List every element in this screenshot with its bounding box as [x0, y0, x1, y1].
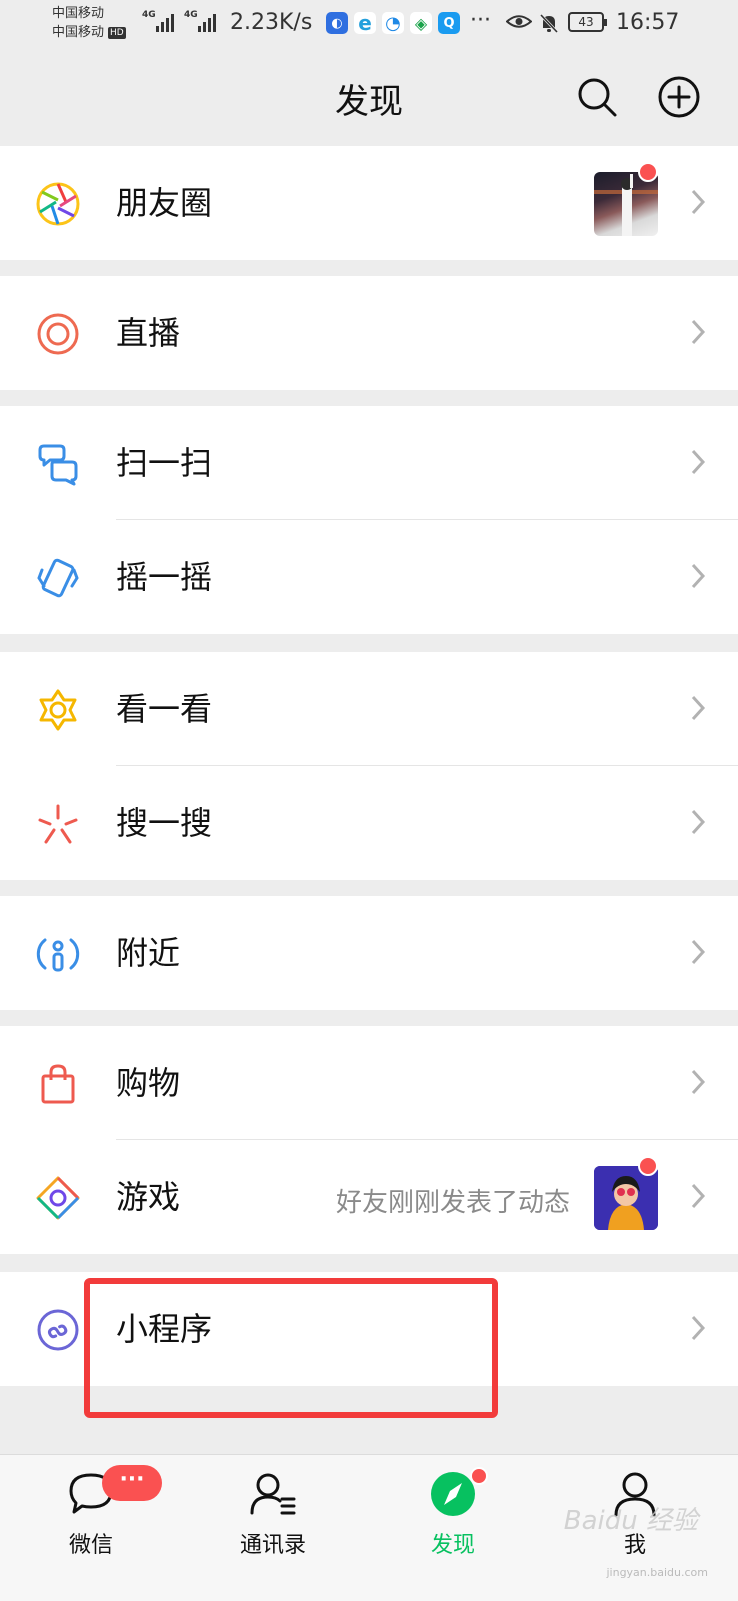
discover-red-dot [470, 1467, 488, 1485]
battery-icon: 43 [568, 12, 607, 32]
top-stories-star-icon [39, 689, 77, 731]
signal-icon: 4G [142, 10, 176, 32]
eye-icon [506, 15, 532, 28]
group-nearby: 附近 [0, 896, 738, 1010]
carrier-1: 中国移动 [52, 6, 105, 21]
chevron-right-icon [691, 1315, 706, 1341]
new-post-dot [638, 162, 658, 182]
item-label: 搜一搜 [116, 804, 213, 842]
games-hint-text: 好友刚刚发表了动态 [335, 1188, 570, 1218]
carrier-info: 中国移动 中国移动 HD [52, 4, 126, 42]
list-item-topstories[interactable]: 看一看 [0, 652, 738, 766]
search-app-icon: Q [438, 12, 460, 34]
tab-contacts[interactable]: 通讯录 [198, 1455, 348, 1601]
shopping-bag-icon [41, 1064, 75, 1104]
item-label: 摇一摇 [116, 558, 213, 596]
watermark-url: jingyan.baidu.com [606, 1566, 708, 1579]
list-item-games[interactable]: 游戏 好友刚刚发表了动态 [0, 1140, 738, 1254]
carrier-2-row: 中国移动 HD [52, 23, 126, 42]
notification-icons: ◐ e ◔ ◈ Q [326, 11, 460, 35]
group-moments: 朋友圈 [0, 146, 738, 260]
item-label: 附近 [116, 934, 181, 972]
list-item-live[interactable]: 直播 [0, 276, 738, 390]
list-item-nearby[interactable]: 附近 [0, 896, 738, 1010]
tab-chats[interactable]: ··· 微信 [16, 1455, 166, 1601]
circle-app-icon: ◔ [382, 12, 404, 34]
group-topstories-search: 看一看 搜一搜 [0, 652, 738, 880]
item-label: 朋友圈 [116, 184, 213, 222]
chevron-right-icon [691, 189, 706, 215]
list-item-scan[interactable]: 扫一扫 [0, 406, 738, 520]
live-icon [37, 313, 79, 355]
item-label: 直播 [116, 314, 181, 352]
chevron-right-icon [691, 449, 706, 475]
item-label: 游戏 [116, 1178, 181, 1216]
new-activity-dot [638, 1156, 658, 1176]
search-icon[interactable] [576, 76, 618, 118]
games-diamond-icon [36, 1176, 80, 1220]
network-speed: 2.23K/s [230, 10, 313, 35]
network-type: 4G [142, 10, 156, 20]
mobile-app-icon: ◈ [410, 12, 432, 34]
more-notifications-icon: ··· [470, 8, 491, 33]
list-item-shopping[interactable]: 购物 [0, 1026, 738, 1140]
item-label: 扫一扫 [116, 444, 213, 482]
moments-aperture-icon [36, 182, 80, 226]
list-item-moments[interactable]: 朋友圈 [0, 146, 738, 260]
hd-badge: HD [108, 26, 126, 39]
item-label: 购物 [116, 1064, 181, 1102]
tab-label: 发现 [430, 1533, 475, 1558]
status-bar: 中国移动 中国移动 HD 4G 4G 2.23K/s ◐ e ◔ ◈ Q ··· [0, 0, 738, 48]
search-spark-icon [38, 804, 78, 844]
nav-header: 发现 [0, 48, 738, 146]
signal-icons: 4G 4G [142, 10, 218, 32]
nearby-person-icon [36, 938, 80, 972]
add-icon[interactable] [658, 76, 700, 118]
tab-label: 通讯录 [239, 1533, 306, 1558]
chevron-right-icon [691, 695, 706, 721]
tab-label: 微信 [68, 1533, 113, 1558]
list-item-search[interactable]: 搜一搜 [0, 766, 738, 880]
chevron-right-icon [691, 1183, 706, 1209]
chevron-right-icon [691, 809, 706, 835]
carrier-2: 中国移动 [52, 25, 105, 40]
contacts-icon [250, 1473, 296, 1515]
watermark-logo: Baidu 经验 [563, 1506, 698, 1536]
network-type: 4G [184, 10, 198, 20]
list-item-shake[interactable]: 摇一摇 [0, 520, 738, 634]
tab-discover[interactable]: 发现 [378, 1455, 528, 1601]
scan-icon [38, 444, 78, 486]
shake-icon [37, 558, 79, 598]
unread-badge: ··· [102, 1465, 162, 1501]
bell-mute-icon [539, 13, 559, 34]
chevron-right-icon [691, 939, 706, 965]
chevron-right-icon [691, 563, 706, 589]
group-live: 直播 [0, 276, 738, 390]
page-title: 发现 [335, 82, 403, 122]
chevron-right-icon [691, 319, 706, 345]
signal-icon: 4G [184, 10, 218, 32]
item-label: 看一看 [116, 690, 213, 728]
group-shopping-games: 购物 游戏 好友刚刚发表了动态 [0, 1026, 738, 1254]
lightbulb-app-icon: ◐ [326, 12, 348, 34]
chevron-right-icon [691, 1069, 706, 1095]
group-scan-shake: 扫一扫 摇一摇 [0, 406, 738, 634]
highlight-annotation-box [84, 1278, 498, 1418]
browser-e-icon: e [354, 11, 376, 35]
clock: 16:57 [616, 10, 680, 35]
mini-program-icon [37, 1309, 79, 1351]
